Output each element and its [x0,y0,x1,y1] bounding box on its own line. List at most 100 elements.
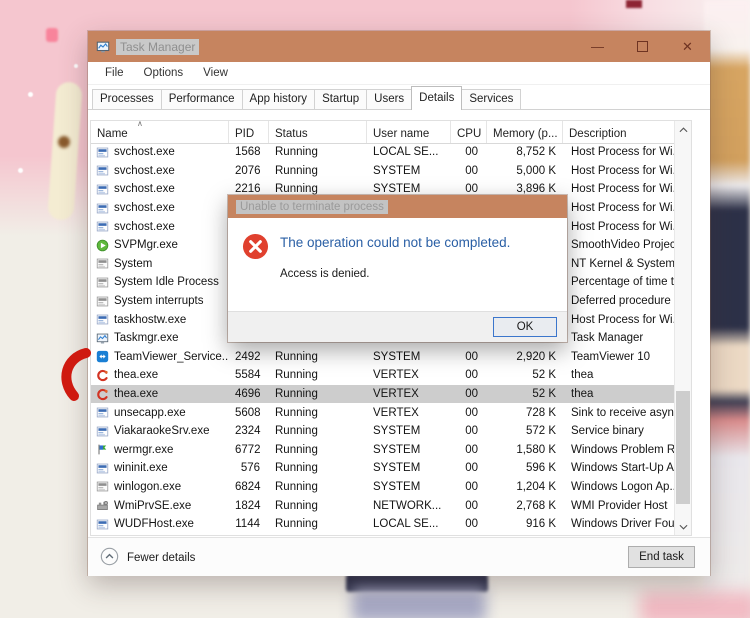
scrollbar-thumb[interactable] [676,391,690,504]
process-name-cell: System interrupts [91,295,229,308]
column-header-cpu[interactable]: CPU [451,121,487,143]
process-name: thea.exe [114,388,159,401]
process-name: svchost.exe [114,146,175,159]
table-row[interactable]: svchost.exe 2076 Running SYSTEM 00 5,000 K Hos… [91,162,674,181]
table-row[interactable]: WUDFHost.exe 1144 Running LOCAL SE... 00 916 … [91,515,674,534]
table-row[interactable]: wermgr.exe 6772 Running SYSTEM 00 1,580 K Wind… [91,441,674,460]
table-row[interactable]: unsecapp.exe 5608 Running VERTEX 00 728 K Sink… [91,403,674,422]
process-pid-cell: 4696 [235,388,261,401]
tab-performance[interactable]: Performance [160,89,243,109]
column-header-mem[interactable]: Memory (p... [487,121,563,143]
error-x-icon [242,233,269,260]
teamviewer-icon [96,350,109,363]
column-header-name[interactable]: Name [91,121,229,143]
app-window-icon [96,164,109,177]
process-pid-cell: 2076 [235,164,261,177]
column-header-pid[interactable]: PID [229,121,269,143]
wallpaper-pink-sliver [46,28,58,42]
tab-processes[interactable]: Processes [92,89,162,109]
maximize-button[interactable] [620,31,665,62]
table-row[interactable]: wininit.exe 576 Running SYSTEM 00 596 K Window… [91,459,674,478]
process-mem-cell: 1,204 K [516,480,556,493]
table-row[interactable]: thea.exe 5584 Running VERTEX 00 52 K thea [91,366,674,385]
system-window-icon [96,276,109,289]
system-window-icon [96,295,109,308]
process-cpu-cell: 00 [465,499,478,512]
process-name-cell: svchost.exe [91,220,229,233]
column-header-user[interactable]: User name [367,121,451,143]
menu-item-view[interactable]: View [193,62,238,84]
fewer-details-button[interactable]: Fewer details [100,547,195,569]
taskmgr-icon [96,332,109,345]
tab-startup[interactable]: Startup [314,89,368,109]
table-row[interactable]: svchost.exe 1568 Running LOCAL SE... 00 8,752… [91,143,674,162]
process-user-cell: NETWORK... [373,499,442,512]
process-mem-cell: 1,580 K [516,443,556,456]
process-desc-cell: Host Process for Wi... [571,220,674,233]
scroll-down-icon[interactable] [675,518,691,535]
app-window-icon [96,406,109,419]
wallpaper-sparkle [28,92,33,97]
process-name: svchost.exe [114,183,175,196]
wallpaper-character-strip [704,0,750,618]
ok-button[interactable]: OK [493,317,557,337]
process-name-cell: thea.exe [91,369,229,382]
process-user-cell: SYSTEM [373,425,421,438]
menu-item-file[interactable]: File [95,62,134,84]
tab-services[interactable]: Services [461,89,522,109]
table-row[interactable]: ViakaraokeSrv.exe 2324 Running SYSTEM 00 572 … [91,422,674,441]
dialog-titlebar[interactable]: Unable to terminate process [228,195,567,218]
minimize-button[interactable]: — [575,31,620,62]
process-desc-cell: Host Process for Wi... [571,183,674,196]
process-name-cell: wermgr.exe [91,443,229,456]
process-user-cell: VERTEX [373,406,419,419]
column-header-desc[interactable]: Description [563,121,674,143]
system-window-icon [96,257,109,270]
tab-app-history[interactable]: App history [241,89,316,109]
process-desc-cell: SmoothVideo Projec... [571,239,674,252]
process-user-cell: LOCAL SE... [373,146,439,159]
process-mem-cell: 52 K [532,388,556,401]
titlebar[interactable]: Task Manager — ✕ [88,31,710,62]
process-name-cell: WmiPrvSE.exe [91,499,229,512]
table-row[interactable]: TeamViewer_Service... 2492 Running SYSTEM 00… [91,348,674,367]
process-user-cell: SYSTEM [373,183,421,196]
table-row[interactable]: WmiPrvSE.exe 1824 Running NETWORK... 00 2,768… [91,496,674,515]
app-window-icon [96,313,109,326]
scroll-up-icon[interactable] [675,121,691,138]
process-pid-cell: 1568 [235,146,261,159]
wallpaper-lavender-shape [352,588,486,618]
app-window-icon [96,202,109,215]
table-row[interactable]: winlogon.exe 6824 Running SYSTEM 00 1,204 K Wi… [91,478,674,497]
process-name: WUDFHost.exe [114,518,194,531]
process-pid-cell: 1824 [235,499,261,512]
table-row[interactable]: thea.exe 4696 Running VERTEX 00 52 K thea [91,384,674,404]
process-mem-cell: 5,000 K [516,164,556,177]
thea-icon [96,369,109,382]
process-cpu-cell: 00 [465,425,478,438]
wallpaper-cream-band [47,81,83,221]
dialog-title: Unable to terminate process [236,199,388,214]
dialog-footer: OK [228,311,567,342]
tab-details[interactable]: Details [411,86,463,110]
process-status-cell: Running [275,480,318,493]
sort-ascending-icon: ∧ [137,120,143,128]
wallpaper-sparkle [74,64,78,68]
process-name-cell: svchost.exe [91,183,229,196]
process-cpu-cell: 00 [465,388,478,401]
process-cpu-cell: 00 [465,518,478,531]
app-window-icon [96,183,109,196]
menu-item-options[interactable]: Options [134,62,194,84]
process-name-cell: WUDFHost.exe [91,518,229,531]
process-name: unsecapp.exe [114,406,186,419]
process-name: taskhostw.exe [114,313,187,326]
end-task-button[interactable]: End task [628,546,695,568]
process-status-cell: Running [275,369,318,382]
process-pid-cell: 5608 [235,406,261,419]
vertical-scrollbar[interactable] [674,121,691,535]
column-header-status[interactable]: Status [269,121,367,143]
close-button[interactable]: ✕ [665,31,710,62]
dialog-body: The operation could not be completed. Ac… [228,218,567,311]
tab-users[interactable]: Users [366,89,413,109]
process-name-cell: wininit.exe [91,462,229,475]
